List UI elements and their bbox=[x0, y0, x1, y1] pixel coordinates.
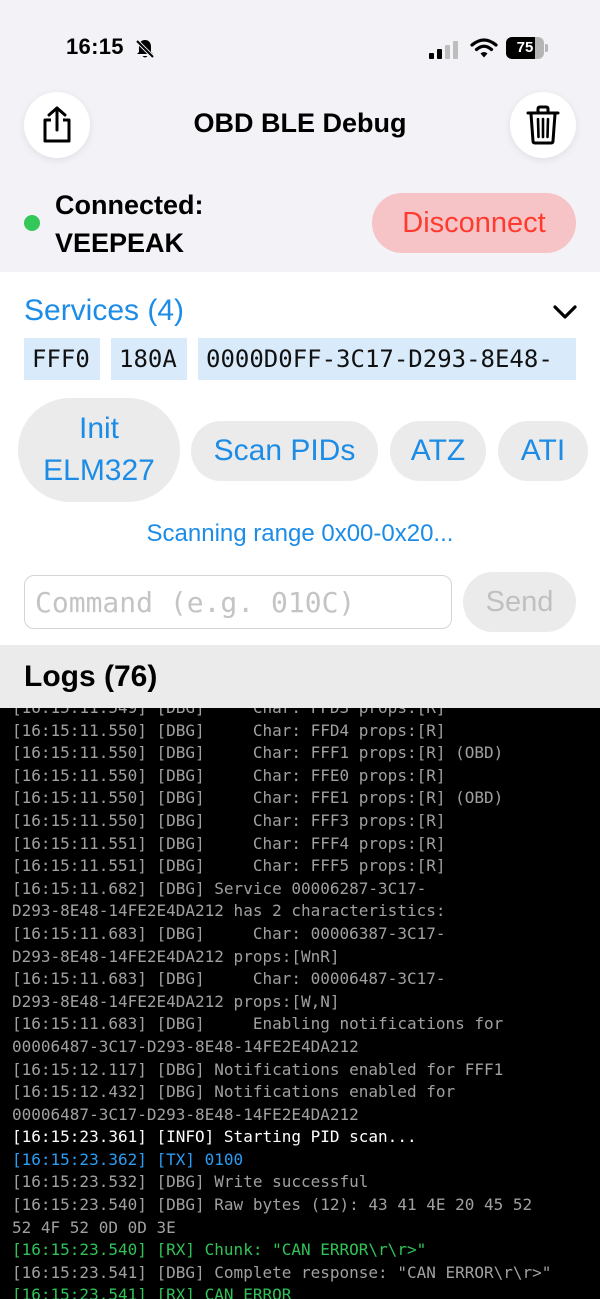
clear-logs-button[interactable] bbox=[510, 92, 576, 158]
scan-status: Scanning range 0x00-0x20... bbox=[146, 520, 454, 547]
battery-level: 75 bbox=[516, 39, 534, 56]
scan-pids-button[interactable]: Scan PIDs bbox=[191, 421, 378, 481]
init-elm327-label: Init ELM327 bbox=[43, 412, 155, 487]
log-line: 52 4F 52 0D 0D 3E bbox=[12, 1217, 176, 1237]
log-line: [16:15:23.362] [TX] 0100 bbox=[12, 1149, 244, 1169]
disconnect-button[interactable]: Disconnect bbox=[372, 193, 576, 253]
trash-icon bbox=[526, 105, 560, 145]
log-line: [16:15:23.541] [DBG] Complete response: … bbox=[12, 1262, 552, 1282]
log-line: [16:15:11.550] [DBG] Char: FFD4 props:[R… bbox=[12, 720, 446, 740]
logs-title: Logs (76) bbox=[24, 660, 158, 693]
log-line: D293-8E48-14FE2E4DA212 props:[W,N] bbox=[12, 991, 340, 1011]
bell-slash-icon bbox=[135, 39, 155, 59]
log-line: [16:15:11.551] [DBG] Char: FFF4 props:[R… bbox=[12, 833, 446, 853]
wifi-icon bbox=[470, 38, 498, 58]
log-line: [16:15:11.682] [DBG] Service 00006287-3C… bbox=[12, 878, 427, 898]
log-line: [16:15:11.550] [DBG] Char: FFE0 props:[R… bbox=[12, 765, 446, 785]
log-line: [16:15:11.683] [DBG] Char: 00006387-3C17… bbox=[12, 923, 446, 943]
log-line: [16:15:11.683] [DBG] Enabling notificati… bbox=[12, 1014, 504, 1034]
atz-button[interactable]: ATZ bbox=[390, 421, 486, 481]
service-chip[interactable]: 180A bbox=[111, 338, 187, 380]
service-chip[interactable]: 0000D0FF-3C17-D293-8E48- bbox=[198, 338, 576, 380]
status-time: 16:15 bbox=[66, 34, 124, 59]
service-chip[interactable]: FFF0 bbox=[24, 338, 100, 380]
connection-status: Connected: VEEPEAK bbox=[55, 190, 204, 258]
cellular-signal-icon bbox=[429, 41, 458, 59]
log-console[interactable]: [16:15:11.549] [DBG] Char: FFD3 props:[R… bbox=[0, 708, 600, 1299]
log-line: D293-8E48-14FE2E4DA212 props:[WnR] bbox=[12, 946, 340, 966]
log-line: 00006487-3C17-D293-8E48-14FE2E4DA212 bbox=[12, 1036, 359, 1056]
log-line: [16:15:12.117] [DBG] Notifications enabl… bbox=[12, 1059, 504, 1079]
ati-button[interactable]: ATI bbox=[498, 421, 588, 481]
init-elm327-button[interactable]: Init ELM327 bbox=[18, 398, 180, 502]
log-line: [16:15:23.540] [DBG] Raw bytes (12): 43 … bbox=[12, 1195, 533, 1215]
log-line: [16:15:23.541] [RX] CAN ERROR bbox=[12, 1285, 292, 1299]
log-line: D293-8E48-14FE2E4DA212 has 2 characteris… bbox=[12, 901, 446, 921]
command-input[interactable] bbox=[24, 575, 452, 629]
log-line: [16:15:23.540] [RX] Chunk: "CAN ERROR\r\… bbox=[12, 1240, 427, 1260]
log-line: [16:15:11.551] [DBG] Char: FFF5 props:[R… bbox=[12, 856, 446, 876]
log-line: [16:15:12.432] [DBG] Notifications enabl… bbox=[12, 1082, 456, 1102]
log-line: [16:15:11.550] [DBG] Char: FFF3 props:[R… bbox=[12, 810, 446, 830]
connection-status-dot bbox=[24, 215, 40, 231]
log-lines: [16:15:11.549] [DBG] Char: FFD3 props:[R… bbox=[12, 708, 592, 1299]
send-button[interactable]: Send bbox=[463, 572, 576, 632]
log-line: [16:15:11.549] [DBG] Char: FFD3 props:[R… bbox=[12, 708, 592, 720]
log-line: [16:15:11.550] [DBG] Char: FFE1 props:[R… bbox=[12, 788, 504, 808]
log-line: 00006487-3C17-D293-8E48-14FE2E4DA212 bbox=[12, 1104, 359, 1124]
log-line: [16:15:23.532] [DBG] Write successful bbox=[12, 1172, 369, 1192]
services-title[interactable]: Services (4) bbox=[24, 294, 184, 328]
log-line: [16:15:11.550] [DBG] Char: FFF1 props:[R… bbox=[12, 743, 504, 763]
status-bar: 16:15 75 bbox=[0, 0, 600, 92]
battery-icon: 75 bbox=[506, 37, 548, 59]
chevron-down-icon[interactable] bbox=[552, 302, 578, 322]
log-line: [16:15:11.683] [DBG] Char: 00006487-3C17… bbox=[12, 969, 446, 989]
log-line: [16:15:23.361] [INFO] Starting PID scan.… bbox=[12, 1127, 417, 1147]
